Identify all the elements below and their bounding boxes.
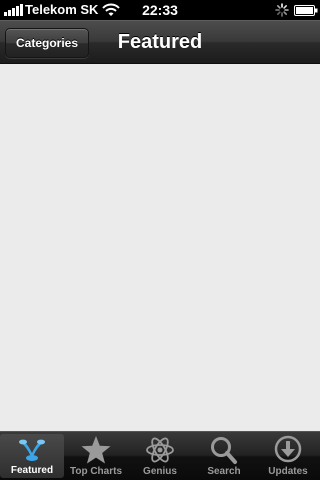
tab-label-featured: Featured bbox=[10, 465, 54, 476]
search-icon bbox=[211, 437, 237, 464]
tab-search[interactable]: Search bbox=[192, 432, 256, 480]
updates-download-icon bbox=[274, 435, 302, 463]
tab-genius[interactable]: Genius bbox=[128, 432, 192, 480]
featured-icon bbox=[19, 439, 45, 461]
battery-icon bbox=[294, 5, 318, 16]
tab-label-top-charts: Top Charts bbox=[69, 466, 123, 477]
status-bar: Telekom SK 22:33 bbox=[0, 0, 320, 20]
categories-button[interactable]: Categories bbox=[5, 28, 90, 58]
page-title: Featured bbox=[117, 31, 203, 53]
tab-top-charts[interactable]: Top Charts bbox=[64, 432, 128, 480]
app-store-screen: Telekom SK 22:33 Categories Featured Fea… bbox=[0, 0, 320, 480]
tab-label-updates: Updates bbox=[268, 466, 308, 477]
genius-atom-icon bbox=[146, 437, 174, 463]
featured-content-area bbox=[0, 64, 320, 431]
star-icon bbox=[81, 436, 111, 464]
status-time: 22:33 bbox=[142, 2, 178, 18]
tab-updates[interactable]: Updates bbox=[256, 432, 320, 480]
tab-label-search: Search bbox=[207, 466, 241, 477]
tab-label-genius: Genius bbox=[143, 466, 177, 477]
activity-spinner-icon bbox=[275, 3, 289, 17]
tab-bar: Featured Top Charts Genius Search Update… bbox=[0, 431, 320, 480]
navigation-bar: Categories Featured bbox=[0, 20, 320, 64]
tab-featured[interactable]: Featured bbox=[0, 434, 64, 478]
